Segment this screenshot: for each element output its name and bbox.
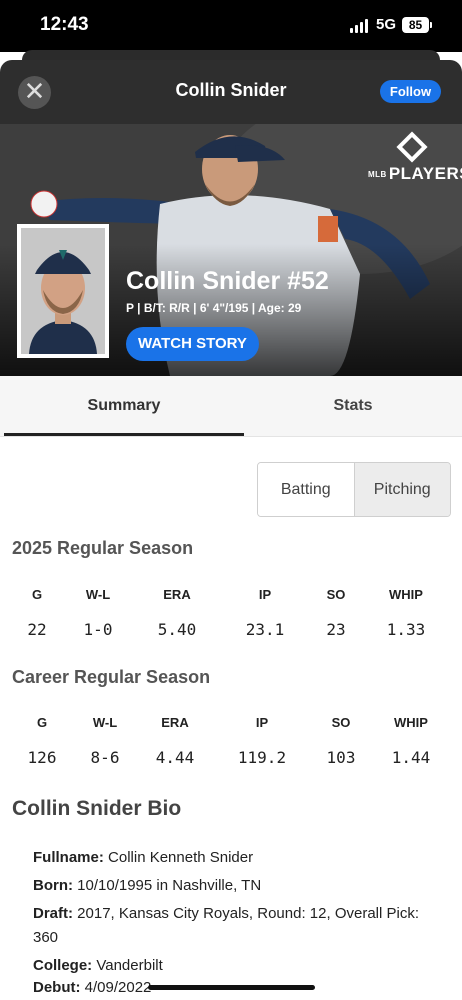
network-type: 5G	[376, 16, 397, 33]
stat-column: ERA 4.44	[143, 715, 207, 767]
stat-header: WHIP	[389, 587, 423, 602]
tab-stats[interactable]: Stats	[244, 376, 462, 437]
stat-header: G	[36, 715, 48, 730]
headshot-image	[21, 228, 105, 354]
bio-label: Fullname:	[33, 849, 104, 866]
watch-story-button[interactable]: WATCH STORY	[126, 327, 259, 361]
tab-bar: Summary Stats	[0, 376, 462, 437]
stat-column: SO 103	[313, 715, 369, 767]
stat-header: W-L	[92, 715, 118, 730]
bio-title: Collin Snider Bio	[12, 797, 182, 820]
logo-wordmark: PLAYERS	[388, 164, 462, 183]
player-name: Collin Snider #52	[126, 267, 329, 295]
stat-column: WHIP 1.44	[380, 715, 442, 767]
stat-column: ERA 5.40	[145, 587, 209, 639]
bio-value: 10/10/1995 in Nashville, TN	[77, 877, 262, 894]
stat-column: SO 23	[312, 587, 360, 639]
pitching-toggle-button[interactable]: Pitching	[354, 463, 450, 516]
stat-header: SO	[331, 715, 351, 730]
stat-column: W-L 1-0	[72, 587, 124, 639]
season-title: 2025 Regular Season	[12, 538, 194, 558]
stat-column: IP 23.1	[232, 587, 298, 639]
stat-value: 1-0	[83, 620, 113, 639]
status-time: 12:43	[40, 14, 89, 35]
stat-header: IP	[255, 715, 269, 730]
player-headshot	[17, 224, 109, 358]
bio-value: 2017, Kansas City Royals, Round: 12, Ove…	[33, 905, 420, 946]
bio-draft: Draft: 2017, Kansas City Royals, Round: …	[33, 902, 443, 950]
stat-value: 1.33	[386, 620, 426, 639]
bio-label: Debut:	[33, 979, 81, 996]
stat-column: WHIP 1.33	[375, 587, 437, 639]
battery-tip	[430, 22, 432, 28]
stat-value: 23.1	[245, 620, 285, 639]
stat-column: IP 119.2	[226, 715, 298, 767]
bio-value: Collin Kenneth Snider	[108, 849, 254, 866]
modal-header: ✕ Collin Snider Follow	[0, 60, 462, 124]
stat-header: ERA	[163, 587, 191, 602]
stat-column: G 22	[12, 587, 62, 639]
bio-born: Born: 10/10/1995 in Nashville, TN	[33, 874, 443, 898]
stat-value: 4.44	[155, 748, 195, 767]
home-indicator[interactable]	[148, 985, 315, 990]
follow-button[interactable]: Follow	[380, 80, 441, 103]
career-title: Career Regular Season	[12, 667, 211, 687]
battery-icon: 85	[402, 17, 429, 33]
bio-value: 4/09/2022	[84, 979, 152, 996]
stat-header: W-L	[85, 587, 111, 602]
stat-header: SO	[326, 587, 346, 602]
stat-value: 8-6	[90, 748, 120, 767]
stat-value: 103	[326, 748, 356, 767]
stat-value: 126	[27, 748, 57, 767]
stat-column: W-L 8-6	[79, 715, 131, 767]
cellular-signal-icon	[350, 19, 368, 33]
stat-value: 119.2	[237, 748, 287, 767]
status-bar: 12:43 5G 85	[0, 0, 462, 52]
bio-label: College:	[33, 957, 93, 974]
players-logo-icon	[396, 131, 428, 163]
stat-value: 5.40	[157, 620, 197, 639]
player-meta: P | B/T: R/R | 6' 4"/195 | Age: 29	[126, 301, 302, 315]
bio-college: College: Vanderbilt	[33, 954, 443, 978]
tab-summary[interactable]: Summary	[4, 376, 244, 437]
stat-header: G	[31, 587, 43, 602]
stat-column: G 126	[17, 715, 67, 767]
stat-value: 22	[27, 620, 47, 639]
active-tab-indicator	[4, 433, 244, 436]
stat-header: IP	[258, 587, 272, 602]
stat-value: 1.44	[391, 748, 431, 767]
stat-value: 23	[326, 620, 346, 639]
player-hero: MLBPLAYERS Collin Snider #52 P | B/T: R/…	[0, 124, 462, 376]
bio-label: Born:	[33, 877, 73, 894]
batting-toggle-button[interactable]: Batting	[258, 463, 355, 516]
bio-fullname: Fullname: Collin Kenneth Snider	[33, 846, 443, 870]
mlb-players-logo: MLBPLAYERS	[368, 131, 462, 192]
stat-header: WHIP	[394, 715, 428, 730]
logo-prefix: MLB	[368, 170, 387, 180]
bio-value: Vanderbilt	[96, 957, 163, 974]
stat-header: ERA	[161, 715, 189, 730]
bio-label: Draft:	[33, 905, 73, 922]
batting-pitching-toggle: Batting Pitching	[257, 462, 451, 517]
